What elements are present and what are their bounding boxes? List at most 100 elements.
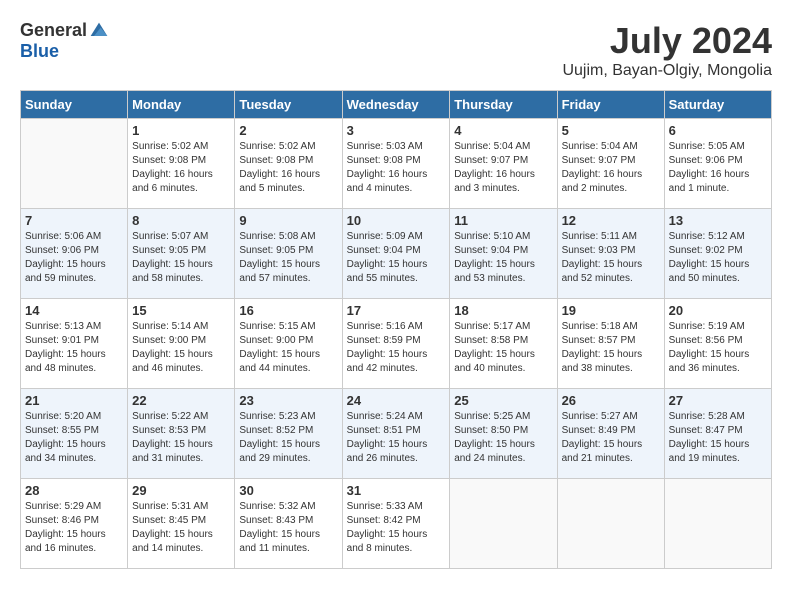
calendar-cell (664, 479, 771, 569)
weekday-header-thursday: Thursday (450, 91, 557, 119)
day-info: Sunrise: 5:16 AM Sunset: 8:59 PM Dayligh… (347, 320, 446, 376)
calendar-cell: 17 Sunrise: 5:16 AM Sunset: 8:59 PM Dayli… (342, 299, 450, 389)
calendar-table: SundayMondayTuesdayWednesdayThursdayFrid… (20, 90, 772, 569)
day-number: 30 (239, 483, 337, 498)
day-info: Sunrise: 5:23 AM Sunset: 8:52 PM Dayligh… (239, 410, 337, 466)
calendar-cell: 3 Sunrise: 5:03 AM Sunset: 9:08 PM Daylig… (342, 119, 450, 209)
day-number: 4 (454, 123, 552, 138)
day-info: Sunrise: 5:08 AM Sunset: 9:05 PM Dayligh… (239, 230, 337, 286)
calendar-week-row: 14 Sunrise: 5:13 AM Sunset: 9:01 PM Dayli… (21, 299, 772, 389)
day-number: 9 (239, 213, 337, 228)
day-number: 16 (239, 303, 337, 318)
calendar-cell: 6 Sunrise: 5:05 AM Sunset: 9:06 PM Daylig… (664, 119, 771, 209)
weekday-header-saturday: Saturday (664, 91, 771, 119)
day-number: 24 (347, 393, 446, 408)
weekday-header-sunday: Sunday (21, 91, 128, 119)
day-info: Sunrise: 5:06 AM Sunset: 9:06 PM Dayligh… (25, 230, 123, 286)
day-info: Sunrise: 5:15 AM Sunset: 9:00 PM Dayligh… (239, 320, 337, 376)
day-info: Sunrise: 5:18 AM Sunset: 8:57 PM Dayligh… (562, 320, 660, 376)
weekday-header-monday: Monday (128, 91, 235, 119)
day-info: Sunrise: 5:12 AM Sunset: 9:02 PM Dayligh… (669, 230, 767, 286)
day-info: Sunrise: 5:20 AM Sunset: 8:55 PM Dayligh… (25, 410, 123, 466)
calendar-cell: 16 Sunrise: 5:15 AM Sunset: 9:00 PM Dayli… (235, 299, 342, 389)
calendar-cell: 5 Sunrise: 5:04 AM Sunset: 9:07 PM Daylig… (557, 119, 664, 209)
day-info: Sunrise: 5:24 AM Sunset: 8:51 PM Dayligh… (347, 410, 446, 466)
day-number: 20 (669, 303, 767, 318)
calendar-cell: 20 Sunrise: 5:19 AM Sunset: 8:56 PM Dayli… (664, 299, 771, 389)
calendar-cell: 21Sunrise: 5:20 AM Sunset: 8:55 PM Dayli… (21, 389, 128, 479)
calendar-cell: 23 Sunrise: 5:23 AM Sunset: 8:52 PM Dayli… (235, 389, 342, 479)
day-info: Sunrise: 5:27 AM Sunset: 8:49 PM Dayligh… (562, 410, 660, 466)
day-info: Sunrise: 5:05 AM Sunset: 9:06 PM Dayligh… (669, 140, 767, 196)
calendar-week-row: 28 Sunrise: 5:29 AM Sunset: 8:46 PM Dayli… (21, 479, 772, 569)
calendar-week-row: 21Sunrise: 5:20 AM Sunset: 8:55 PM Dayli… (21, 389, 772, 479)
logo: General Blue (20, 20, 109, 62)
calendar-cell: 28 Sunrise: 5:29 AM Sunset: 8:46 PM Dayli… (21, 479, 128, 569)
day-info: Sunrise: 5:04 AM Sunset: 9:07 PM Dayligh… (454, 140, 552, 196)
day-info: Sunrise: 5:32 AM Sunset: 8:43 PM Dayligh… (239, 500, 337, 556)
day-number: 8 (132, 213, 230, 228)
day-number: 10 (347, 213, 446, 228)
day-info: Sunrise: 5:22 AM Sunset: 8:53 PM Dayligh… (132, 410, 230, 466)
calendar-cell: 25Sunrise: 5:25 AM Sunset: 8:50 PM Dayli… (450, 389, 557, 479)
calendar-cell: 22Sunrise: 5:22 AM Sunset: 8:53 PM Dayli… (128, 389, 235, 479)
day-info: Sunrise: 5:13 AM Sunset: 9:01 PM Dayligh… (25, 320, 123, 376)
calendar-cell (21, 119, 128, 209)
day-info: Sunrise: 5:25 AM Sunset: 8:50 PM Dayligh… (454, 410, 552, 466)
day-number: 12 (562, 213, 660, 228)
day-info: Sunrise: 5:03 AM Sunset: 9:08 PM Dayligh… (347, 140, 446, 196)
logo-icon (89, 21, 109, 41)
calendar-cell: 27Sunrise: 5:28 AM Sunset: 8:47 PM Dayli… (664, 389, 771, 479)
calendar-cell: 12Sunrise: 5:11 AM Sunset: 9:03 PM Dayli… (557, 209, 664, 299)
calendar-cell: 26Sunrise: 5:27 AM Sunset: 8:49 PM Dayli… (557, 389, 664, 479)
calendar-cell: 13 Sunrise: 5:12 AM Sunset: 9:02 PM Dayli… (664, 209, 771, 299)
calendar-cell: 9 Sunrise: 5:08 AM Sunset: 9:05 PM Daylig… (235, 209, 342, 299)
day-info: Sunrise: 5:10 AM Sunset: 9:04 PM Dayligh… (454, 230, 552, 286)
calendar-week-row: 1 Sunrise: 5:02 AM Sunset: 9:08 PM Daylig… (21, 119, 772, 209)
day-number: 31 (347, 483, 446, 498)
calendar-week-row: 7Sunrise: 5:06 AM Sunset: 9:06 PM Daylig… (21, 209, 772, 299)
month-title: July 2024 (562, 20, 772, 62)
location-text: Uujim, Bayan-Olgiy, Mongolia (562, 62, 772, 80)
weekday-header-friday: Friday (557, 91, 664, 119)
calendar-cell: 10Sunrise: 5:09 AM Sunset: 9:04 PM Dayli… (342, 209, 450, 299)
day-info: Sunrise: 5:29 AM Sunset: 8:46 PM Dayligh… (25, 500, 123, 556)
calendar-cell: 4 Sunrise: 5:04 AM Sunset: 9:07 PM Daylig… (450, 119, 557, 209)
day-info: Sunrise: 5:33 AM Sunset: 8:42 PM Dayligh… (347, 500, 446, 556)
calendar-cell: 15 Sunrise: 5:14 AM Sunset: 9:00 PM Dayli… (128, 299, 235, 389)
day-info: Sunrise: 5:19 AM Sunset: 8:56 PM Dayligh… (669, 320, 767, 376)
day-info: Sunrise: 5:28 AM Sunset: 8:47 PM Dayligh… (669, 410, 767, 466)
page-header: General Blue July 2024 Uujim, Bayan-Olgi… (20, 20, 772, 80)
day-info: Sunrise: 5:04 AM Sunset: 9:07 PM Dayligh… (562, 140, 660, 196)
calendar-cell: 11Sunrise: 5:10 AM Sunset: 9:04 PM Dayli… (450, 209, 557, 299)
calendar-cell: 2Sunrise: 5:02 AM Sunset: 9:08 PM Daylig… (235, 119, 342, 209)
day-number: 14 (25, 303, 123, 318)
day-number: 23 (239, 393, 337, 408)
calendar-cell: 29Sunrise: 5:31 AM Sunset: 8:45 PM Dayli… (128, 479, 235, 569)
day-number: 1 (132, 123, 230, 138)
calendar-cell: 1 Sunrise: 5:02 AM Sunset: 9:08 PM Daylig… (128, 119, 235, 209)
calendar-cell: 30 Sunrise: 5:32 AM Sunset: 8:43 PM Dayli… (235, 479, 342, 569)
calendar-cell: 24 Sunrise: 5:24 AM Sunset: 8:51 PM Dayli… (342, 389, 450, 479)
calendar-cell: 14 Sunrise: 5:13 AM Sunset: 9:01 PM Dayli… (21, 299, 128, 389)
logo-blue-text: Blue (20, 41, 59, 62)
logo-general-text: General (20, 20, 87, 41)
day-number: 6 (669, 123, 767, 138)
day-number: 3 (347, 123, 446, 138)
day-info: Sunrise: 5:14 AM Sunset: 9:00 PM Dayligh… (132, 320, 230, 376)
day-number: 28 (25, 483, 123, 498)
day-info: Sunrise: 5:02 AM Sunset: 9:08 PM Dayligh… (132, 140, 230, 196)
title-section: July 2024 Uujim, Bayan-Olgiy, Mongolia (562, 20, 772, 80)
calendar-cell: 7Sunrise: 5:06 AM Sunset: 9:06 PM Daylig… (21, 209, 128, 299)
calendar-cell (557, 479, 664, 569)
day-number: 17 (347, 303, 446, 318)
day-number: 15 (132, 303, 230, 318)
calendar-cell: 18Sunrise: 5:17 AM Sunset: 8:58 PM Dayli… (450, 299, 557, 389)
calendar-cell (450, 479, 557, 569)
day-number: 18 (454, 303, 552, 318)
day-number: 13 (669, 213, 767, 228)
day-info: Sunrise: 5:07 AM Sunset: 9:05 PM Dayligh… (132, 230, 230, 286)
calendar-header-row: SundayMondayTuesdayWednesdayThursdayFrid… (21, 91, 772, 119)
day-info: Sunrise: 5:31 AM Sunset: 8:45 PM Dayligh… (132, 500, 230, 556)
day-number: 5 (562, 123, 660, 138)
